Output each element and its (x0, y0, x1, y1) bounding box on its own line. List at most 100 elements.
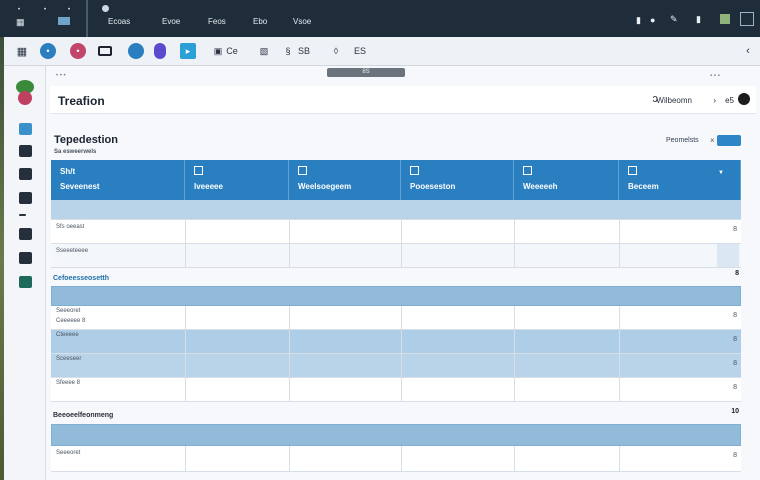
column-icon (298, 166, 307, 175)
top-bar: ▦ • • • Ecoas Evoe Feos Ebo Vsoe ▮ ● ✎ ▮ (0, 0, 760, 37)
view-link[interactable]: Peomelsts (666, 137, 699, 144)
column-icon (628, 166, 637, 175)
terminal-icon[interactable] (19, 276, 32, 288)
document-icon[interactable] (19, 145, 32, 157)
column-header-5[interactable]: Weeeeeh (514, 160, 619, 200)
table-row[interactable]: Sseeeteeee (51, 244, 741, 268)
cloud-icon[interactable] (19, 123, 32, 135)
toolbar-label-3[interactable]: ES (352, 43, 368, 59)
menu-item-2[interactable]: Evoe (162, 17, 180, 26)
shield-icon[interactable] (154, 43, 166, 59)
group-band[interactable] (51, 424, 741, 446)
chevron-right-icon[interactable]: › (713, 96, 716, 105)
row-label: Seeeoret (56, 308, 81, 314)
row-end-value: 8 (733, 336, 737, 343)
row-label: Sfs oeeast (56, 224, 85, 230)
row-label: Ceeeeee 8 (56, 318, 86, 324)
column-header-label: Beceem (628, 182, 659, 191)
table-row[interactable]: Seeeoret 8 (51, 446, 741, 472)
column-header-6[interactable]: Beceem ▼ (619, 160, 741, 200)
row-label: Sseeeteeee (56, 248, 89, 254)
column-header-1[interactable]: Sh/t Seveenest (51, 160, 185, 200)
blue-circle-icon[interactable]: • (40, 43, 56, 59)
group-label[interactable]: Beeoeelfeonmeng (53, 412, 113, 419)
dot-icon: • (18, 7, 21, 13)
tag-icon[interactable]: ◊ (328, 43, 344, 59)
folder-icon[interactable]: ▦ (16, 17, 25, 27)
primary-button[interactable] (717, 135, 741, 146)
drag-handle[interactable]: 8S (327, 68, 405, 77)
group-label[interactable]: Cefoeesseosetth (53, 275, 109, 282)
circle-icon[interactable] (128, 43, 144, 59)
bar-icon[interactable]: ▮ (636, 15, 641, 25)
page-subtitle: Sa esweerwels (54, 149, 97, 155)
column-header-label: Iveeeee (194, 182, 223, 191)
window-icon[interactable] (58, 17, 70, 25)
profile-icon[interactable] (18, 91, 32, 105)
row-label: Seeeoret (56, 450, 81, 456)
status-dot-icon (102, 5, 109, 12)
row-label: Sceeseer (56, 356, 82, 362)
link-icon[interactable]: § (280, 43, 296, 59)
dot-icon: • (68, 7, 71, 13)
column-icon (523, 166, 532, 175)
table-row[interactable]: Sfeeee 8 8 (51, 378, 741, 402)
window-controls-icon[interactable]: ▪ ▪ ▪ (710, 73, 720, 79)
group-count: 10 (731, 408, 739, 415)
toolbar: ▦ • • ▸ ▣ Ce ▧ § SB ◊ ES ‹ (4, 37, 760, 66)
app-header: Treafion ↄ Wilbeomn › e5 (50, 86, 756, 114)
menu-item-1[interactable]: Ecoas (108, 17, 130, 26)
column-header-top: Sh/t (60, 167, 76, 176)
avatar[interactable] (738, 93, 750, 105)
list-icon[interactable] (19, 252, 32, 264)
row-end-value: 8 (733, 360, 737, 367)
copy-icon[interactable]: ▧ (256, 43, 272, 59)
column-header-label: Weeeeeh (523, 182, 558, 191)
x-icon[interactable]: × (710, 136, 715, 145)
column-header-label: Pooeseston (410, 182, 456, 191)
row-end-value: 8 (733, 312, 737, 319)
user-name[interactable]: Wilbeomn (656, 96, 692, 105)
red-circle-icon[interactable]: • (70, 43, 86, 59)
row-end-value: 8 (733, 384, 737, 391)
tool-icon[interactable]: ✎ (670, 14, 678, 24)
app-icon[interactable] (720, 14, 730, 24)
menu-item-5[interactable]: Vsoe (293, 17, 311, 26)
row-label: Sfeeee 8 (56, 380, 81, 386)
main-content: 8S • • • ▪ ▪ ▪ Treafion ↄ Wilbeomn › e5 … (46, 66, 760, 480)
menu-item-3[interactable]: Feos (208, 17, 226, 26)
toolbar-label-1[interactable]: Ce (224, 43, 240, 59)
column-header-label: Weelsoegeem (298, 182, 352, 191)
column-header-3[interactable]: Weelsoegeem (289, 160, 401, 200)
chevron-down-icon[interactable]: ▼ (718, 170, 724, 176)
row-end-value: 8 (733, 452, 737, 459)
table-row[interactable] (51, 200, 741, 220)
column-icon (194, 166, 203, 175)
box-icon[interactable] (19, 192, 32, 204)
dot-icon: • (44, 7, 47, 13)
sidebar (4, 66, 46, 480)
file-icon[interactable] (19, 168, 32, 180)
device-icon[interactable]: ▮ (696, 14, 701, 24)
group-band[interactable] (51, 286, 741, 306)
table-row[interactable]: Sceeseer 8 (51, 354, 741, 378)
window-icon[interactable] (98, 46, 112, 56)
table-row[interactable]: Cteeeee 8 (51, 330, 741, 354)
chevron-left-icon[interactable]: ‹ (740, 43, 756, 59)
menu-item-4[interactable]: Ebo (253, 17, 267, 26)
share-icon[interactable]: ▸ (180, 43, 196, 59)
row-label: Cteeeee (56, 332, 79, 338)
toolbar-label-2[interactable]: SB (296, 43, 312, 59)
dash-icon (19, 214, 26, 216)
grid-icon[interactable]: ▦ (14, 43, 30, 59)
monitor-icon[interactable] (740, 12, 754, 26)
table-row[interactable]: Sfs oeeast 8 (51, 220, 741, 244)
dot-icon: ● (650, 15, 656, 25)
save-icon[interactable] (19, 228, 32, 240)
page-title: Tepedestion (54, 134, 118, 146)
table-row[interactable]: Seeeoret Ceeeeee 8 8 (51, 306, 741, 330)
row-end-value: 8 (733, 226, 737, 233)
column-header-4[interactable]: Pooeseston (401, 160, 514, 200)
column-header-2[interactable]: Iveeeee (185, 160, 289, 200)
user-code: e5 (725, 96, 734, 105)
